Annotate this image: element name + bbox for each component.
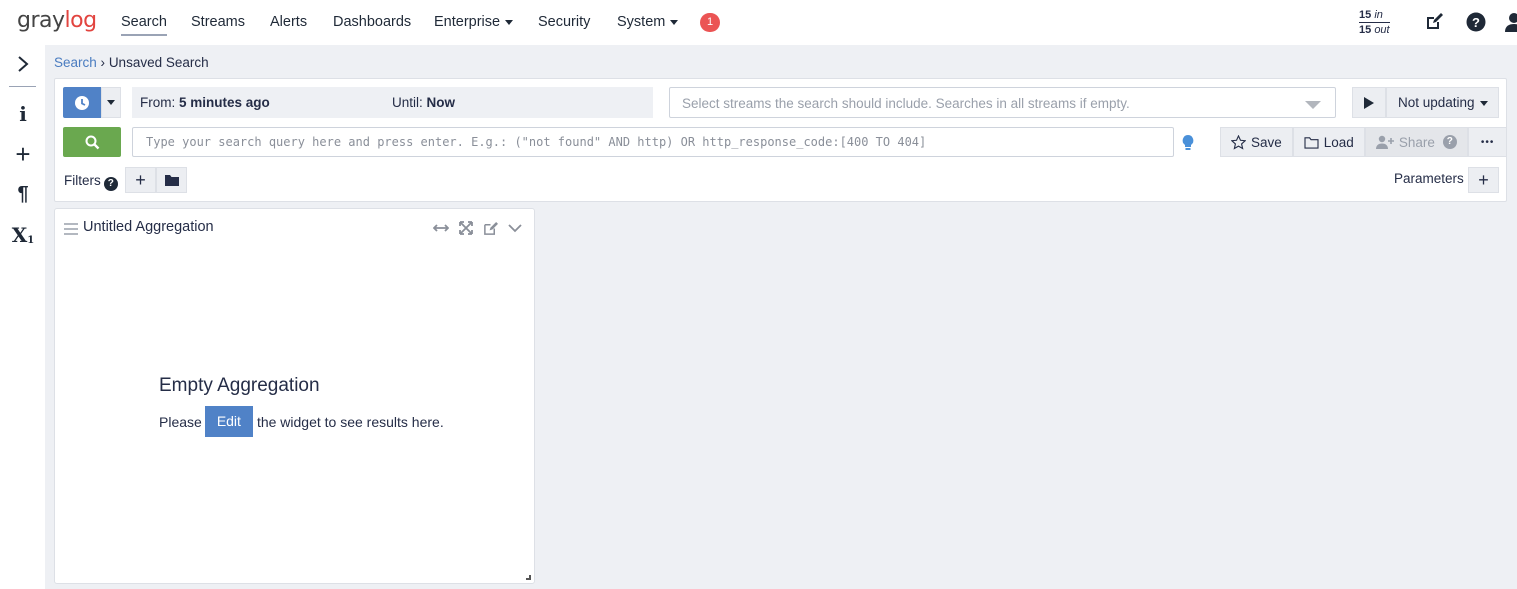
filters-help-icon[interactable]: ? bbox=[103, 177, 118, 191]
search-icon bbox=[85, 135, 99, 149]
start-refresh-button[interactable] bbox=[1352, 87, 1386, 118]
nav-system-label: System bbox=[617, 14, 666, 30]
plus-icon[interactable]: + bbox=[12, 139, 34, 169]
stream-select[interactable]: Select streams the search should include… bbox=[669, 87, 1336, 118]
expand-horizontal-icon[interactable] bbox=[432, 219, 450, 237]
aggregation-widget: Untitled Aggregation Empty Aggregation P… bbox=[54, 208, 535, 584]
edit-widget-button[interactable]: Edit bbox=[204, 406, 253, 437]
breadcrumb-separator: › bbox=[100, 55, 106, 70]
nav-streams[interactable]: Streams bbox=[191, 14, 245, 30]
throughput-out-value: 15 bbox=[1359, 24, 1372, 36]
filters-label: Filters? bbox=[64, 173, 118, 191]
refresh-label: Not updating bbox=[1398, 95, 1475, 110]
throughput-in-value: 15 bbox=[1359, 9, 1372, 21]
left-sidebar: i + ¶ X1 bbox=[0, 45, 45, 589]
more-actions-button[interactable]: ••• bbox=[1467, 127, 1508, 157]
folder-icon bbox=[1304, 136, 1319, 149]
breadcrumb-current: Unsaved Search bbox=[108, 55, 209, 70]
nav-dashboards[interactable]: Dashboards bbox=[333, 14, 411, 30]
load-button[interactable]: Load bbox=[1292, 127, 1365, 157]
play-icon bbox=[1364, 96, 1374, 109]
time-range-type-button[interactable] bbox=[63, 87, 101, 118]
empty-aggregation-title: Empty Aggregation bbox=[159, 375, 320, 396]
search-actions: Save Load Share ? ••• bbox=[1220, 127, 1508, 157]
add-parameter-button[interactable]: + bbox=[1468, 167, 1499, 193]
caret-down-icon bbox=[670, 19, 679, 25]
chevron-down-icon[interactable] bbox=[506, 219, 524, 237]
add-filter-button[interactable]: + bbox=[125, 167, 156, 193]
filters-text: Filters bbox=[64, 173, 101, 188]
info-icon[interactable]: i bbox=[12, 102, 34, 126]
throughput-in-label: in bbox=[1374, 9, 1383, 21]
graylog-logo[interactable]: graylog bbox=[17, 8, 97, 33]
subscript-x-icon[interactable]: X1 bbox=[12, 223, 35, 247]
clock-icon bbox=[75, 95, 89, 110]
empty-aggregation-message: Please Edit the widget to see results he… bbox=[159, 406, 444, 437]
nav-system[interactable]: System bbox=[617, 14, 679, 30]
nav-search[interactable]: Search bbox=[121, 14, 167, 36]
user-plus-icon bbox=[1375, 135, 1394, 149]
edit-icon[interactable] bbox=[1424, 12, 1444, 32]
paragraph-icon[interactable]: ¶ bbox=[12, 183, 34, 205]
empty-text-after: the widget to see results here. bbox=[256, 413, 444, 430]
folder-icon bbox=[164, 175, 179, 186]
stream-select-placeholder: Select streams the search should include… bbox=[682, 96, 1130, 111]
nav-enterprise[interactable]: Enterprise bbox=[434, 14, 514, 30]
share-help-icon: ? bbox=[1442, 135, 1457, 149]
widget-title[interactable]: Untitled Aggregation bbox=[83, 219, 214, 235]
save-label: Save bbox=[1251, 134, 1282, 150]
help-icon[interactable]: ? bbox=[1466, 12, 1486, 32]
breadcrumb-search-link[interactable]: Search bbox=[54, 55, 97, 70]
nav-security[interactable]: Security bbox=[538, 14, 590, 30]
caret-down-icon bbox=[107, 100, 115, 105]
svg-text:?: ? bbox=[1472, 15, 1480, 30]
throughput-out-label: out bbox=[1374, 24, 1390, 36]
resize-handle-icon[interactable] bbox=[526, 575, 531, 580]
breadcrumb: Search › Unsaved Search bbox=[54, 55, 209, 70]
share-button[interactable]: Share ? bbox=[1364, 127, 1468, 157]
top-navbar: graylog Search Streams Alerts Dashboards… bbox=[0, 0, 1517, 45]
from-value: 5 minutes ago bbox=[179, 95, 270, 110]
drag-handle-icon[interactable] bbox=[64, 222, 78, 238]
load-filter-button[interactable] bbox=[156, 167, 187, 193]
time-range-display[interactable]: From: 5 minutes ago Until: Now bbox=[132, 87, 653, 118]
chevron-right-icon[interactable] bbox=[12, 53, 34, 75]
star-icon bbox=[1231, 134, 1246, 150]
from-label: From: bbox=[140, 95, 176, 110]
until-value: Now bbox=[426, 95, 456, 110]
load-label: Load bbox=[1323, 134, 1354, 150]
parameters-label: Parameters bbox=[1394, 171, 1464, 186]
caret-down-icon bbox=[505, 19, 514, 25]
until-label: Until: bbox=[392, 95, 423, 110]
edit-widget-icon[interactable] bbox=[481, 219, 499, 237]
throughput-indicator[interactable]: 15 in 15 out bbox=[1359, 8, 1390, 37]
share-label: Share bbox=[1398, 134, 1435, 150]
dropdown-triangle-icon bbox=[1305, 101, 1321, 109]
search-bar-panel: From: 5 minutes ago Until: Now Select st… bbox=[54, 78, 1508, 202]
sidebar-divider bbox=[9, 86, 36, 87]
search-submit-button[interactable] bbox=[63, 127, 121, 157]
user-icon[interactable] bbox=[1504, 12, 1517, 32]
lightbulb-icon[interactable] bbox=[1181, 134, 1195, 152]
refresh-interval-dropdown[interactable]: Not updating bbox=[1386, 87, 1499, 118]
maximize-icon[interactable] bbox=[457, 219, 475, 237]
nav-alerts[interactable]: Alerts bbox=[270, 14, 307, 30]
save-button[interactable]: Save bbox=[1220, 127, 1293, 157]
time-range-dropdown-button[interactable] bbox=[101, 87, 121, 118]
caret-down-icon bbox=[1479, 100, 1488, 106]
search-query-input[interactable] bbox=[132, 127, 1174, 157]
nav-enterprise-label: Enterprise bbox=[434, 14, 501, 30]
empty-text-before: Please bbox=[159, 413, 202, 430]
notification-badge[interactable]: 1 bbox=[700, 13, 720, 32]
